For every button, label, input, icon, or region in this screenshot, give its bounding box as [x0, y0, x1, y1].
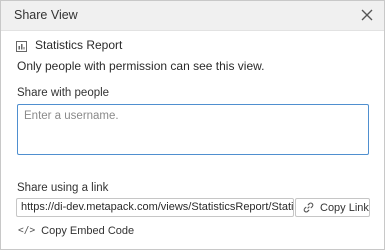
link-icon — [303, 202, 314, 213]
dialog-title: Share View — [14, 8, 78, 22]
share-link-label: Share using a link — [17, 182, 109, 194]
close-icon[interactable] — [358, 6, 376, 24]
permission-notice: Only people with permission can see this… — [17, 59, 265, 73]
copy-embed-code-label: Copy Embed Code — [41, 224, 135, 237]
share-link-field[interactable]: https://di-dev.metapack.com/views/Statis… — [16, 198, 294, 217]
embed-code-icon: </> — [18, 225, 36, 236]
copy-link-button[interactable]: Copy Link — [295, 198, 370, 217]
copy-embed-code-button[interactable]: </> Copy Embed Code — [18, 223, 134, 238]
share-with-people-label: Share with people — [17, 87, 110, 99]
share-view-dialog: Share View Statistics Report Only people… — [0, 0, 385, 250]
dialog-titlebar: Share View — [1, 1, 384, 31]
view-icon — [16, 39, 27, 52]
view-name: Statistics Report — [35, 38, 123, 52]
username-input[interactable] — [17, 104, 369, 155]
copy-link-label: Copy Link — [320, 201, 369, 214]
